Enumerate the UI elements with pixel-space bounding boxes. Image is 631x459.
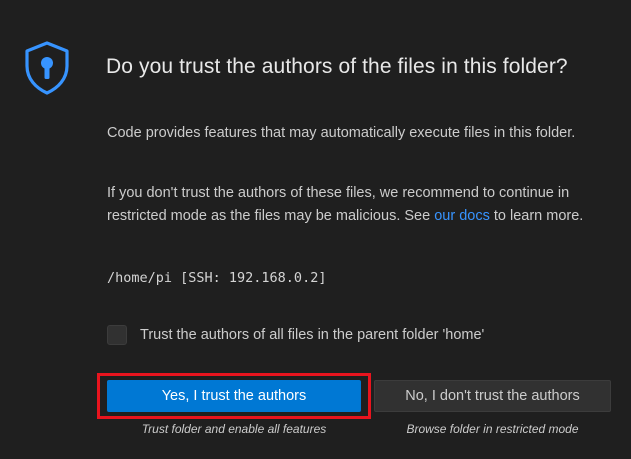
dialog-title: Do you trust the authors of the files in…	[106, 55, 568, 78]
warning-text-after: to learn more.	[489, 208, 584, 224]
workspace-trust-dialog: Do you trust the authors of the files in…	[0, 0, 631, 459]
our-docs-link[interactable]: our docs	[434, 208, 490, 224]
dont-trust-authors-button[interactable]: No, I don't trust the authors	[374, 380, 611, 412]
description-paragraph: Code provides features that may automati…	[107, 125, 576, 141]
trust-button-caption: Trust folder and enable all features	[141, 422, 327, 436]
warning-paragraph: If you don't trust the authors of these …	[107, 182, 597, 228]
trust-parent-folder-row: Trust the authors of all files in the pa…	[107, 325, 484, 345]
dont-trust-button-caption: Browse folder in restricted mode	[406, 422, 579, 436]
trust-parent-folder-checkbox[interactable]	[107, 325, 127, 345]
shield-lock-icon	[22, 40, 72, 96]
trust-authors-button[interactable]: Yes, I trust the authors	[107, 380, 361, 412]
folder-path: /home/pi [SSH: 192.168.0.2]	[107, 270, 327, 286]
trust-parent-folder-label[interactable]: Trust the authors of all files in the pa…	[140, 327, 484, 343]
